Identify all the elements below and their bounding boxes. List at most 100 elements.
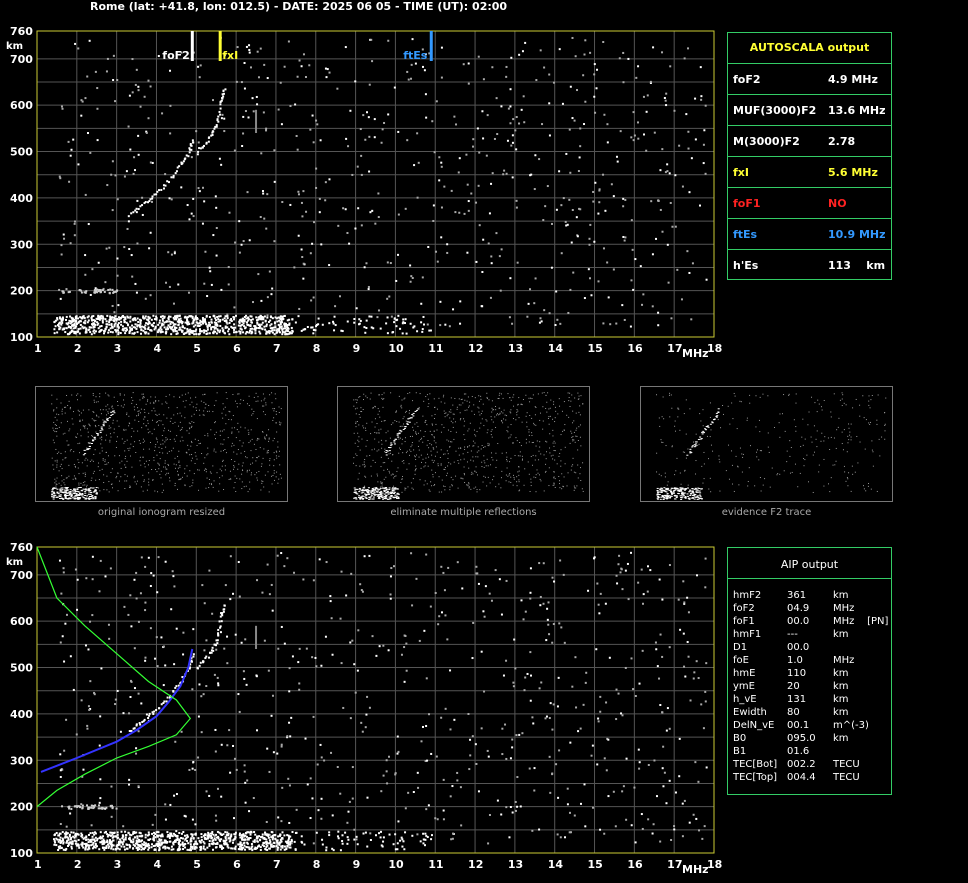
noise-dot (177, 283, 180, 286)
es-trace-dot (91, 835, 94, 838)
noise-dot (548, 134, 551, 137)
noise-dot (356, 669, 359, 672)
noise-dot (219, 483, 221, 485)
es-trace-dot (69, 497, 72, 499)
es-trace-dot (291, 318, 294, 321)
noise-dot (572, 422, 574, 424)
noise-dot (314, 656, 317, 659)
es-trace-dot (216, 316, 219, 319)
es-trace-dot (172, 330, 175, 333)
noise-dot (246, 403, 248, 405)
noise-dot (97, 466, 99, 468)
es-trace-dot (65, 322, 68, 325)
f2-trace-dot (152, 712, 155, 715)
noise-dot (207, 447, 209, 449)
es-trace-dot (64, 331, 67, 334)
es-trace-dot (289, 846, 292, 849)
noise-dot (106, 184, 109, 187)
noise-dot (296, 148, 299, 151)
es-trace-dot (88, 844, 91, 847)
es-trace-dot (179, 320, 182, 323)
noise-dot (149, 402, 151, 404)
noise-dot (112, 79, 115, 82)
noise-dot (184, 406, 186, 408)
noise-dot (61, 408, 63, 410)
noise-dot (577, 477, 579, 479)
noise-dot (261, 480, 263, 482)
es-trace-dot (211, 848, 214, 851)
es-trace-dot (353, 321, 356, 324)
noise-dot (116, 79, 119, 82)
es-trace-dot (388, 833, 391, 836)
noise-dot (509, 757, 512, 760)
es-trace-dot (200, 323, 203, 326)
es-trace-dot (227, 837, 230, 840)
es-trace-dot (382, 840, 385, 843)
noise-dot (467, 430, 469, 432)
es-trace-dot (254, 325, 257, 328)
f2-trace-dot (96, 434, 99, 436)
noise-dot (573, 814, 576, 817)
es-trace-dot (158, 843, 161, 846)
noise-dot (624, 198, 627, 201)
noise-dot (242, 469, 244, 471)
es-trace-dot (81, 492, 84, 494)
noise-dot (323, 759, 326, 762)
es-trace-dot (266, 316, 269, 319)
es-trace-dot (133, 831, 136, 834)
es-trace-dot (55, 831, 58, 834)
noise-dot (479, 489, 481, 491)
noise-dot (607, 296, 610, 299)
noise-dot (131, 91, 134, 94)
echo-dot (81, 806, 84, 809)
noise-dot (687, 130, 690, 133)
noise-dot (503, 169, 506, 172)
noise-dot (108, 246, 111, 249)
x-tick-label: 7 (273, 342, 281, 355)
noise-dot (242, 442, 244, 444)
noise-dot (133, 430, 135, 432)
noise-dot (362, 425, 364, 427)
es-trace-dot (55, 837, 58, 840)
noise-dot (232, 744, 235, 747)
noise-dot (450, 838, 453, 841)
es-trace-dot (173, 839, 176, 842)
f2-trace-dot (205, 655, 208, 658)
noise-dot (568, 811, 571, 814)
noise-dot (179, 429, 181, 431)
noise-dot (113, 396, 115, 398)
noise-dot (704, 586, 707, 589)
noise-dot (59, 822, 62, 825)
noise-dot (450, 431, 452, 433)
noise-dot (149, 431, 151, 433)
noise-dot (258, 438, 260, 440)
es-trace-dot (59, 326, 62, 329)
es-trace-dot (248, 324, 251, 327)
noise-dot (252, 301, 255, 304)
noise-dot (658, 677, 661, 680)
noise-dot (64, 412, 66, 414)
noise-dot (108, 491, 110, 493)
f2-trace-dot (130, 212, 133, 215)
noise-dot (615, 574, 618, 577)
es-trace-dot (88, 488, 91, 490)
noise-dot (389, 593, 392, 596)
es-trace-dot (259, 332, 262, 335)
noise-dot (269, 460, 271, 462)
noise-dot (564, 836, 567, 839)
noise-dot (55, 448, 57, 450)
noise-dot (289, 203, 292, 206)
noise-dot (566, 787, 569, 790)
noise-dot (103, 474, 105, 476)
noise-dot (475, 201, 478, 204)
es-trace-dot (231, 326, 234, 329)
es-trace-dot (111, 831, 114, 834)
es-trace-dot (125, 847, 128, 850)
f2-trace-dot (213, 127, 216, 130)
noise-dot (161, 448, 163, 450)
noise-dot (140, 408, 142, 410)
es-trace-dot (293, 840, 296, 843)
noise-dot (615, 718, 618, 721)
es-trace-dot (191, 315, 194, 318)
noise-dot (426, 759, 429, 762)
